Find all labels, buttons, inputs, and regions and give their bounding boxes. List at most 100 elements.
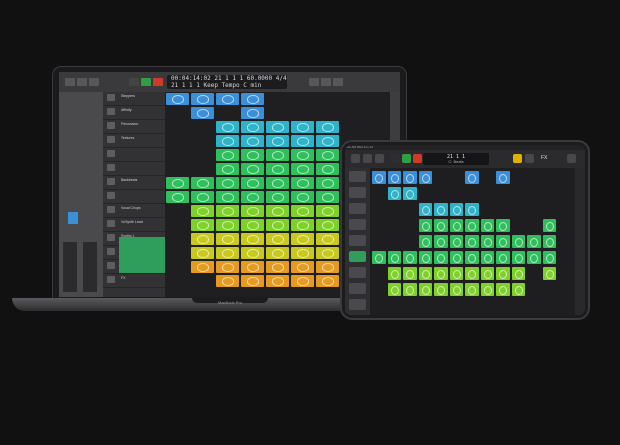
loop-cell[interactable]	[496, 219, 510, 232]
loop-cell[interactable]	[191, 247, 214, 259]
loop-cell[interactable]	[216, 233, 239, 245]
settings-icon[interactable]	[567, 154, 576, 163]
loop-cell[interactable]	[403, 171, 417, 184]
fx-button[interactable]: FX	[541, 155, 547, 161]
loop-cell[interactable]	[418, 203, 432, 216]
loop-cell[interactable]	[449, 235, 463, 248]
loop-cell[interactable]	[496, 283, 510, 296]
track-header[interactable]: Steppers	[103, 92, 165, 106]
loop-cell[interactable]	[403, 283, 417, 296]
loop-cell[interactable]	[449, 203, 463, 216]
loop-cell[interactable]	[418, 267, 432, 280]
track-icon[interactable]	[349, 219, 366, 230]
loop-cell[interactable]	[418, 219, 432, 232]
loop-cell[interactable]	[480, 235, 494, 248]
loop-cell[interactable]	[291, 135, 314, 147]
loop-cell[interactable]	[316, 247, 339, 259]
loop-cell[interactable]	[465, 203, 479, 216]
rewind-icon[interactable]	[391, 154, 400, 163]
loop-cell[interactable]	[266, 275, 289, 287]
loop-cell[interactable]	[316, 135, 339, 147]
loop-cell[interactable]	[266, 219, 289, 231]
loop-cell[interactable]	[434, 283, 448, 296]
loop-cell[interactable]	[316, 149, 339, 161]
loop-cell[interactable]	[449, 219, 463, 232]
loop-cell[interactable]	[387, 267, 401, 280]
loop-cell[interactable]	[266, 205, 289, 217]
loop-cell[interactable]	[216, 121, 239, 133]
loop-cell[interactable]	[241, 275, 264, 287]
loop-cell[interactable]	[241, 121, 264, 133]
loop-cell[interactable]	[241, 219, 264, 231]
track-icon[interactable]	[349, 235, 366, 246]
loop-cell[interactable]	[496, 267, 510, 280]
loop-cell[interactable]	[216, 163, 239, 175]
loop-cell[interactable]	[403, 267, 417, 280]
loop-cell[interactable]	[316, 205, 339, 217]
loop-cell[interactable]	[191, 233, 214, 245]
loop-cell[interactable]	[216, 219, 239, 231]
loop-cell[interactable]	[291, 191, 314, 203]
track-icon[interactable]	[349, 251, 366, 262]
loop-cell[interactable]	[387, 187, 401, 200]
loop-cell[interactable]	[496, 235, 510, 248]
loop-cell[interactable]	[241, 177, 264, 189]
loop-browser-icon[interactable]	[333, 78, 343, 86]
loop-cell[interactable]	[449, 267, 463, 280]
loop-cell[interactable]	[216, 247, 239, 259]
loop-cell[interactable]	[480, 283, 494, 296]
loop-cell[interactable]	[291, 121, 314, 133]
loop-cell[interactable]	[191, 219, 214, 231]
loop-cell[interactable]	[542, 267, 556, 280]
loop-cell[interactable]	[241, 205, 264, 217]
loop-cell[interactable]	[316, 177, 339, 189]
loop-cell[interactable]	[465, 235, 479, 248]
loop-cell[interactable]	[316, 275, 339, 287]
play-button[interactable]	[141, 78, 151, 86]
loop-cell[interactable]	[480, 219, 494, 232]
loop-cell[interactable]	[434, 203, 448, 216]
loop-cell[interactable]	[403, 187, 417, 200]
track-header[interactable]	[103, 190, 165, 204]
track-icon[interactable]	[349, 283, 366, 294]
loop-cell[interactable]	[316, 219, 339, 231]
loop-cell[interactable]	[542, 235, 556, 248]
loop-cell[interactable]	[291, 275, 314, 287]
loop-cell[interactable]	[449, 251, 463, 264]
loop-cell[interactable]	[465, 251, 479, 264]
loop-cell[interactable]	[241, 149, 264, 161]
loop-cell[interactable]	[266, 135, 289, 147]
play-button[interactable]	[402, 154, 411, 163]
track-header[interactable]: Vocal Chops	[103, 204, 165, 218]
loop-cell[interactable]	[403, 251, 417, 264]
loop-cell[interactable]	[511, 235, 525, 248]
loop-cell[interactable]	[266, 121, 289, 133]
loop-cell[interactable]	[241, 93, 264, 105]
record-button[interactable]	[153, 78, 163, 86]
loop-cell[interactable]	[418, 283, 432, 296]
loop-cell[interactable]	[511, 251, 525, 264]
loop-cell[interactable]	[542, 251, 556, 264]
loop-cell[interactable]	[542, 219, 556, 232]
loop-cell[interactable]	[434, 219, 448, 232]
track-icon[interactable]	[349, 203, 366, 214]
loop-cell[interactable]	[316, 233, 339, 245]
loop-cell[interactable]	[511, 283, 525, 296]
loop-cell[interactable]	[316, 261, 339, 273]
loop-cell[interactable]	[266, 261, 289, 273]
list-editors-icon[interactable]	[309, 78, 319, 86]
browser-icon[interactable]	[351, 154, 360, 163]
loop-cell[interactable]	[465, 219, 479, 232]
loop-cell[interactable]	[387, 283, 401, 296]
loop-cell[interactable]	[387, 171, 401, 184]
loop-cell[interactable]	[527, 235, 541, 248]
loop-cell[interactable]	[191, 261, 214, 273]
track-icon[interactable]	[349, 187, 366, 198]
rewind-icon[interactable]	[129, 78, 139, 86]
track-header[interactable]	[103, 148, 165, 162]
track-icon[interactable]	[349, 267, 366, 278]
loop-cell[interactable]	[418, 235, 432, 248]
loop-cell[interactable]	[434, 267, 448, 280]
loop-cell[interactable]	[191, 191, 214, 203]
loop-cell[interactable]	[291, 261, 314, 273]
